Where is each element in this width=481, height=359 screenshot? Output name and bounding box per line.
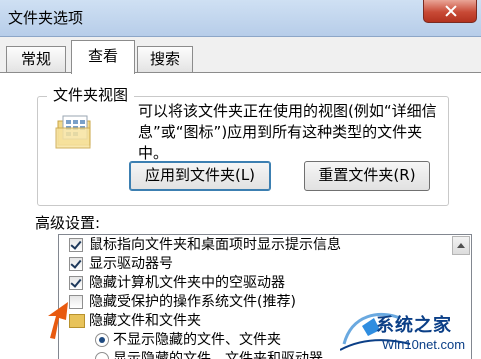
folder-views-icon (55, 115, 91, 149)
window-title: 文件夹选项 (8, 9, 84, 27)
list-item-label: 显示驱动器号 (89, 256, 173, 272)
list-item-label: 隐藏受保护的操作系统文件(推荐) (89, 294, 296, 310)
list-item-label: 鼠标指向文件夹和桌面项时显示提示信息 (89, 237, 341, 253)
pointer-arrow-icon (48, 302, 68, 339)
tab-view[interactable]: 查看 (71, 40, 135, 74)
list-item-label: 隐藏文件和文件夹 (89, 313, 201, 329)
reset-folders-button[interactable]: 重置文件夹(R) (304, 161, 430, 191)
checkbox[interactable] (69, 257, 83, 271)
radio-button[interactable] (95, 333, 109, 347)
checkbox[interactable] (69, 238, 83, 252)
scroll-up-button[interactable] (452, 236, 470, 255)
folder-views-legend: 文件夹视图 (47, 84, 135, 105)
watermark-url: Win10net.com (382, 337, 466, 352)
advanced-settings-label: 高级设置: (35, 214, 101, 232)
watermark-title: 系统之家 (376, 315, 452, 336)
checkbox[interactable] (69, 276, 83, 290)
folder-views-description: 可以将该文件夹正在使用的视图(例如“详细信息”或“图标”)应用到所有这种类型的文… (138, 102, 437, 162)
tab-general[interactable]: 常规 (6, 46, 66, 72)
tab-search[interactable]: 搜索 (137, 46, 193, 72)
list-item-label: 不显示隐藏的文件、文件夹 (113, 332, 281, 348)
apply-to-folders-button[interactable]: 应用到文件夹(L) (129, 161, 271, 191)
title-bar: 文件夹选项 (0, 0, 481, 37)
tab-strip: 常规 查看 搜索 (0, 36, 481, 74)
list-item-label: 隐藏计算机文件夹中的空驱动器 (89, 275, 285, 291)
close-button[interactable] (423, 0, 477, 23)
